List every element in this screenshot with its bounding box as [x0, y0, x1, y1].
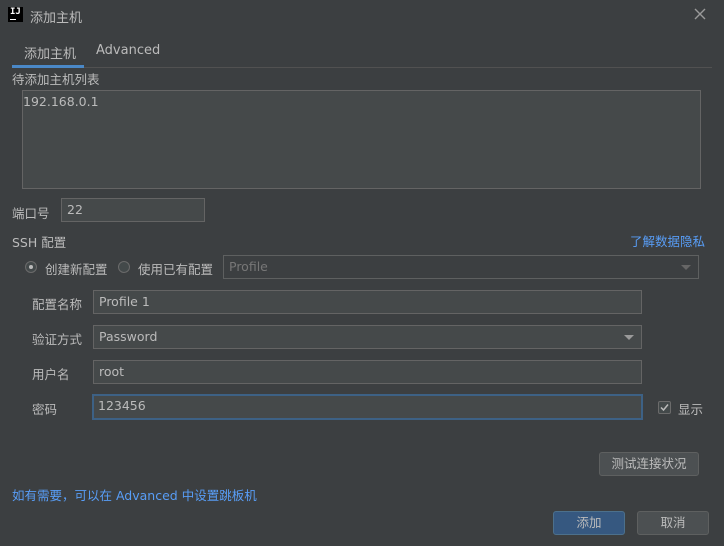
- port-label: 端口号: [12, 206, 50, 221]
- close-icon[interactable]: [692, 6, 708, 22]
- advanced-hint-link[interactable]: 如有需要，可以在 Advanced 中设置跳板机: [12, 485, 257, 504]
- auth-method-value: Password: [99, 329, 158, 344]
- password-label: 密码: [32, 402, 58, 417]
- cancel-button[interactable]: 取消: [637, 511, 709, 535]
- test-connection-button[interactable]: 测试连接状况: [599, 452, 699, 476]
- window-title: 添加主机: [30, 11, 83, 26]
- radio-new-config-label[interactable]: 创建新配置: [45, 259, 108, 278]
- username-input[interactable]: root: [93, 360, 642, 384]
- host-list-textarea[interactable]: 192.168.0.1: [22, 90, 701, 189]
- host-list-value: 192.168.0.1: [23, 94, 99, 109]
- port-input[interactable]: 22: [61, 198, 205, 222]
- ssh-config-label: SSH 配置: [12, 235, 67, 250]
- chevron-down-icon: [681, 265, 691, 270]
- show-password-label[interactable]: 显示: [678, 399, 703, 418]
- host-list-label: 待添加主机列表: [12, 72, 100, 87]
- radio-existing-config-label[interactable]: 使用已有配置: [138, 259, 213, 278]
- app-logo: IJ: [8, 7, 23, 22]
- existing-profile-value: Profile: [229, 259, 268, 274]
- title-bar: IJ 添加主机: [0, 0, 724, 30]
- radio-existing-config[interactable]: [118, 261, 130, 273]
- profile-name-input[interactable]: Profile 1: [93, 290, 642, 314]
- chevron-down-icon: [624, 335, 634, 340]
- existing-profile-select[interactable]: Profile: [223, 255, 699, 279]
- tab-advanced[interactable]: Advanced: [96, 43, 160, 67]
- radio-new-config[interactable]: [25, 261, 37, 273]
- tabs-divider: [12, 67, 712, 68]
- username-label: 用户名: [32, 367, 70, 382]
- show-password-checkbox[interactable]: [658, 401, 671, 414]
- radio-selected-dot: [29, 265, 33, 269]
- tab-add-host[interactable]: 添加主机: [24, 43, 76, 67]
- auth-method-label: 验证方式: [32, 332, 83, 347]
- password-input[interactable]: 123456: [92, 394, 643, 420]
- profile-name-label: 配置名称: [32, 297, 83, 312]
- check-icon: [660, 404, 669, 412]
- add-button[interactable]: 添加: [553, 511, 625, 535]
- auth-method-select[interactable]: Password: [93, 325, 642, 349]
- privacy-link[interactable]: 了解数据隐私: [630, 231, 705, 250]
- tab-active-indicator: [12, 65, 84, 68]
